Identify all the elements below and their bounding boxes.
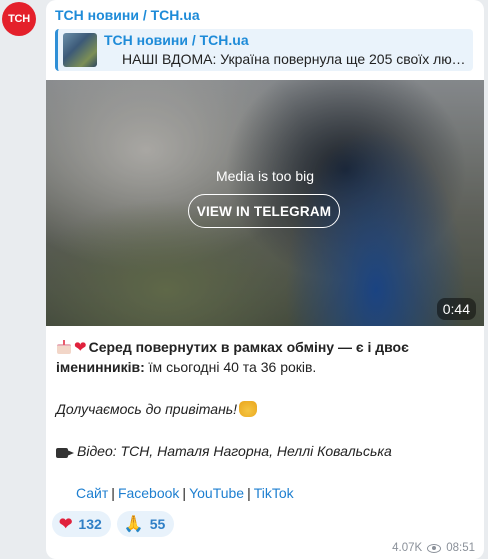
reply-text: НАШІ ВДОМА: Україна повернула ще 205 сво… xyxy=(122,51,472,67)
message-line-3: Долучаємось до привітань! xyxy=(56,401,258,417)
social-links: Сайт | Facebook | YouTube | TikTok xyxy=(76,485,294,501)
movie-camera-icon xyxy=(56,444,74,458)
message-time: 08:51 xyxy=(446,542,475,554)
birthday-cake-icon xyxy=(56,340,72,354)
reply-title: ТСН новини / TCH.ua xyxy=(104,32,249,48)
line2-text: їм сьогодні 40 та 36 років. xyxy=(144,359,317,375)
reaction-count: 132 xyxy=(78,516,102,532)
forwarded-reply[interactable]: ТСН новини / TCH.ua НАШІ ВДОМА: Україна … xyxy=(55,29,473,71)
message-line-2: іменинників: їм сьогодні 40 та 36 років. xyxy=(56,359,316,375)
message-meta: 4.07K 08:51 xyxy=(392,542,475,554)
channel-name[interactable]: ТСН новини / TCH.ua xyxy=(55,7,200,23)
bold-text-2: іменинників: xyxy=(56,359,145,375)
video-duration: 0:44 xyxy=(436,298,476,320)
link-site[interactable]: Сайт xyxy=(76,485,108,501)
reaction-heart[interactable]: ❤ 132 xyxy=(52,511,111,537)
avatar-text: ТСН xyxy=(8,13,30,25)
congrats-text: Долучаємось до привітань! xyxy=(56,401,238,417)
bold-text: Серед повернутих в рамках обміну — є і д… xyxy=(88,339,409,355)
heart-icon: ❤ xyxy=(74,339,87,356)
praying-hands-icon: 🙏 xyxy=(123,516,144,533)
eye-icon xyxy=(427,543,442,553)
reaction-pray[interactable]: 🙏 55 xyxy=(116,511,175,537)
heart-icon: ❤ xyxy=(59,516,73,533)
link-youtube[interactable]: YouTube xyxy=(189,485,244,501)
credits-text: Відео: ТСН, Наталя Нагорна, Неллі Коваль… xyxy=(77,443,392,459)
raised-hands-icon xyxy=(239,401,258,417)
reply-thumbnail xyxy=(63,33,97,67)
channel-avatar[interactable]: ТСН xyxy=(2,2,36,36)
reactions-bar: ❤ 132 🙏 55 xyxy=(52,511,175,537)
message-line-1: ❤ Серед повернутих в рамках обміну — є і … xyxy=(56,338,409,356)
message-line-4: Відео: ТСН, Наталя Нагорна, Неллі Коваль… xyxy=(56,443,392,459)
media-too-big-notice: Media is too big xyxy=(215,168,315,184)
message-bubble: ТСН новини / TCH.ua ТСН новини / TCH.ua … xyxy=(46,0,484,559)
video-preview[interactable]: Media is too big VIEW IN TELEGRAM 0:44 xyxy=(46,80,484,326)
link-facebook[interactable]: Facebook xyxy=(118,485,179,501)
link-tiktok[interactable]: TikTok xyxy=(254,485,294,501)
reaction-count: 55 xyxy=(149,516,166,532)
view-in-telegram-button[interactable]: VIEW IN TELEGRAM xyxy=(188,194,340,228)
view-count: 4.07K xyxy=(392,542,423,554)
